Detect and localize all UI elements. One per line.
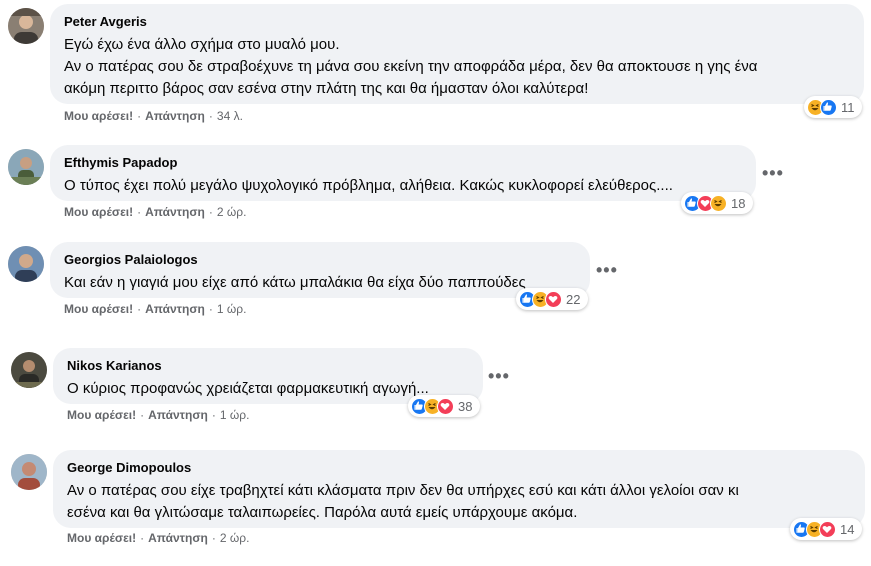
comment-author[interactable]: Peter Avgeris [64, 14, 850, 30]
avatar[interactable] [11, 454, 47, 490]
separator: · [137, 109, 142, 123]
comment-author[interactable]: George Dimopoulos [67, 460, 851, 476]
avatar[interactable] [11, 352, 47, 388]
comment-line: Αν ο πατέρας σου δε στραβοέχυνε τη μάνα … [64, 58, 758, 75]
comment-author[interactable]: Efthymis Papadop [64, 155, 742, 171]
comment-text: Και εάν η γιαγιά μου είχε από κάτω μπαλά… [64, 272, 576, 294]
more-options-icon[interactable]: ••• [488, 367, 516, 390]
comment-actions: Μου αρέσει! · Απάντηση · 34 λ. [64, 108, 243, 124]
comment-timestamp[interactable]: 1 ώρ. [220, 408, 250, 422]
reaction-summary[interactable]: 22 [516, 288, 588, 310]
comment-actions: Μου αρέσει! · Απάντηση · 2 ώρ. [64, 204, 246, 220]
reaction-count: 14 [840, 521, 855, 537]
comment-timestamp[interactable]: 2 ώρ. [217, 205, 247, 219]
comment-timestamp[interactable]: 34 λ. [217, 109, 243, 123]
more-options-icon[interactable]: ••• [762, 164, 790, 187]
comment: Nikos Karianos Ο κύριος προφανώς χρειάζε… [0, 348, 871, 448]
like-button[interactable]: Μου αρέσει! [64, 302, 133, 316]
reply-button[interactable]: Απάντηση [145, 205, 205, 219]
like-button[interactable]: Μου αρέσει! [64, 109, 133, 123]
like-button[interactable]: Μου αρέσει! [64, 205, 133, 219]
comment-actions: Μου αρέσει! · Απάντηση · 1 ώρ. [67, 407, 249, 423]
haha-reaction-icon [710, 194, 727, 212]
separator: · [137, 205, 142, 219]
like-button[interactable]: Μου αρέσει! [67, 531, 136, 545]
reaction-summary[interactable]: 18 [681, 192, 753, 214]
separator: · [140, 531, 145, 545]
comment-line: Εγώ έχω ένα άλλο σχήμα στο μυαλό μου. [64, 36, 340, 53]
comment-actions: Μου αρέσει! · Απάντηση · 2 ώρ. [67, 530, 249, 546]
comment: George Dimopoulos Αν ο πατέρας σου είχε … [0, 450, 871, 550]
reaction-summary[interactable]: 14 [790, 518, 862, 540]
comment-bubble: Georgios Palaiologos Και εάν η γιαγιά μο… [50, 242, 590, 298]
avatar[interactable] [8, 149, 44, 185]
comment-bubble: Peter Avgeris Εγώ έχω ένα άλλο σχήμα στο… [50, 4, 864, 104]
comment-bubble: Efthymis Papadop Ο τύπος έχει πολύ μεγάλ… [50, 145, 756, 201]
comment-bubble: George Dimopoulos Αν ο πατέρας σου είχε … [53, 450, 865, 528]
reaction-summary[interactable]: 11 [804, 96, 862, 118]
separator: · [208, 302, 213, 316]
comment: Efthymis Papadop Ο τύπος έχει πολύ μεγάλ… [0, 145, 871, 245]
separator: · [140, 408, 145, 422]
comment-line: Ο κύριος προφανώς χρειάζεται φαρμακευτικ… [67, 380, 429, 397]
comment-text: Αν ο πατέρας σου είχε τραβηχτεί κάτι κλά… [67, 480, 851, 524]
comment: Peter Avgeris Εγώ έχω ένα άλλο σχήμα στο… [0, 4, 871, 123]
separator: · [208, 205, 213, 219]
comment-line: εσένα και θα γλιτώσαμε ταλαιπωρείες. Παρ… [67, 504, 578, 521]
comment-actions: Μου αρέσει! · Απάντηση · 1 ώρ. [64, 301, 246, 317]
reaction-summary[interactable]: 38 [408, 395, 480, 417]
comment-text: Εγώ έχω ένα άλλο σχήμα στο μυαλό μου. Αν… [64, 34, 850, 100]
comment-line: Αν ο πατέρας σου είχε τραβηχτεί κάτι κλά… [67, 482, 739, 499]
comment-author[interactable]: Nikos Karianos [67, 358, 469, 374]
separator: · [137, 302, 142, 316]
reaction-count: 11 [841, 99, 855, 115]
reaction-count: 22 [566, 291, 581, 307]
comment-line: Και εάν η γιαγιά μου είχε από κάτω μπαλά… [64, 274, 526, 291]
separator: · [211, 408, 216, 422]
like-reaction-icon [820, 98, 837, 116]
avatar[interactable] [8, 246, 44, 282]
love-reaction-icon [437, 397, 454, 415]
separator: · [211, 531, 216, 545]
reaction-count: 18 [731, 195, 746, 211]
more-options-icon[interactable]: ••• [596, 261, 624, 284]
separator: · [208, 109, 213, 123]
reaction-count: 38 [458, 398, 473, 414]
comment-line: Ο τύπος έχει πολύ μεγάλο ψυχολογικό πρόβ… [64, 177, 673, 194]
comment-timestamp[interactable]: 1 ώρ. [217, 302, 247, 316]
comment-timestamp[interactable]: 2 ώρ. [220, 531, 250, 545]
comment-text: Ο τύπος έχει πολύ μεγάλο ψυχολογικό πρόβ… [64, 175, 742, 197]
comment-line: ακόμη περιττο βάρος σαν εσένα στην πλάτη… [64, 80, 589, 97]
love-reaction-icon [545, 290, 562, 308]
love-reaction-icon [819, 520, 836, 538]
reply-button[interactable]: Απάντηση [145, 302, 205, 316]
reply-button[interactable]: Απάντηση [148, 408, 208, 422]
comment: Georgios Palaiologos Και εάν η γιαγιά μο… [0, 242, 871, 342]
reply-button[interactable]: Απάντηση [145, 109, 205, 123]
comment-author[interactable]: Georgios Palaiologos [64, 252, 576, 268]
avatar[interactable] [8, 8, 44, 44]
comment-text: Ο κύριος προφανώς χρειάζεται φαρμακευτικ… [67, 378, 469, 400]
like-button[interactable]: Μου αρέσει! [67, 408, 136, 422]
reply-button[interactable]: Απάντηση [148, 531, 208, 545]
